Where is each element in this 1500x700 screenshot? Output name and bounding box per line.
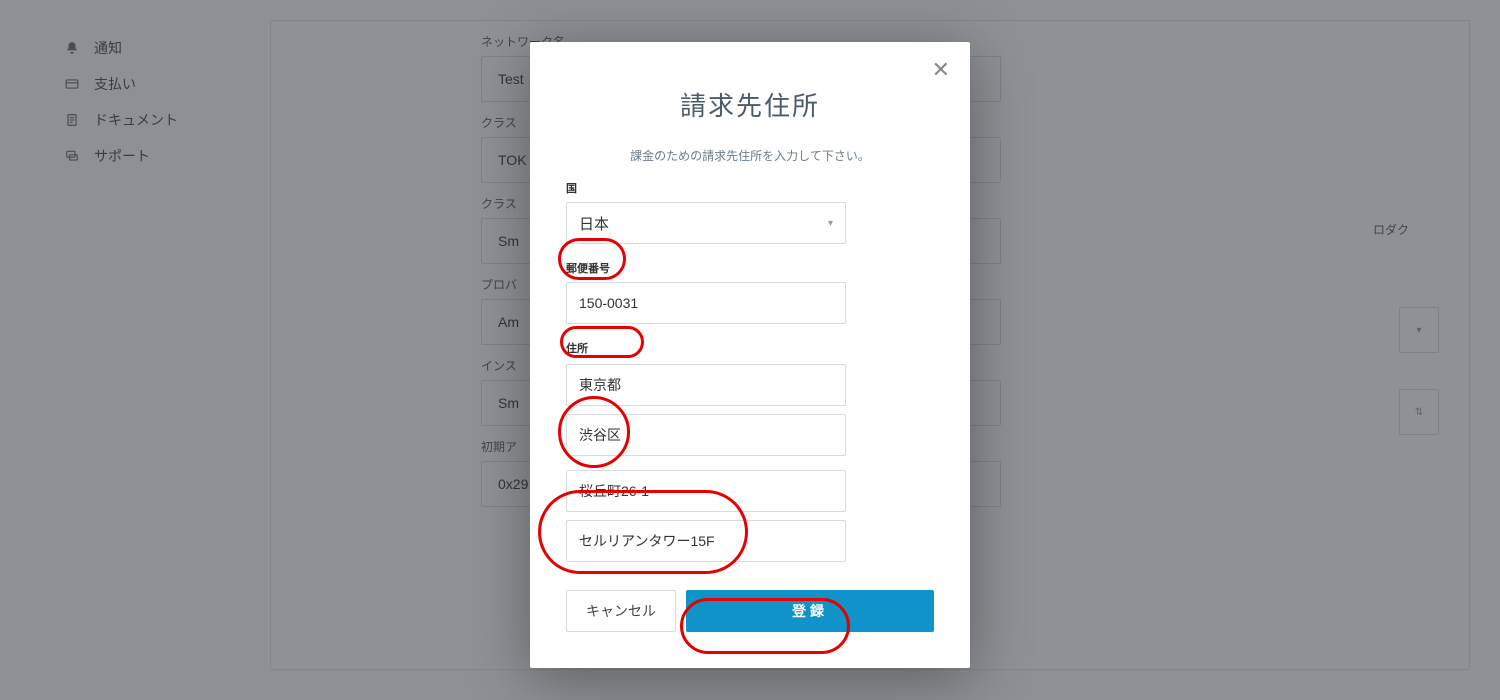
prefecture-input[interactable] — [566, 364, 846, 406]
country-value: 日本 — [579, 213, 609, 234]
close-icon[interactable]: ✕ — [932, 60, 950, 82]
address-line1-input[interactable] — [566, 470, 846, 512]
billing-address-modal: ✕ 請求先住所 課金のための請求先住所を入力して下さい。 国 日本 ▾ 郵便番号… — [530, 42, 970, 668]
country-select[interactable]: 日本 ▾ — [566, 202, 846, 244]
modal-subtitle: 課金のための請求先住所を入力して下さい。 — [566, 147, 934, 164]
postal-input[interactable] — [566, 282, 846, 324]
submit-button[interactable]: 登録 — [686, 590, 934, 632]
submit-button-label: 登録 — [792, 601, 828, 621]
chevron-down-icon: ▾ — [828, 218, 833, 229]
app-root: 通知 支払い ドキュメント サポート ネットワーク名 クラス — [0, 0, 1500, 700]
address-label: 住所 — [566, 340, 934, 356]
postal-label: 郵便番号 — [566, 260, 934, 276]
country-label: 国 — [566, 180, 934, 196]
modal-title: 請求先住所 — [566, 86, 934, 123]
modal-actions: キャンセル 登録 — [566, 590, 934, 632]
cancel-button-label: キャンセル — [586, 601, 656, 621]
address-line2-input[interactable] — [566, 520, 846, 562]
cancel-button[interactable]: キャンセル — [566, 590, 676, 632]
city-input[interactable] — [566, 414, 846, 456]
